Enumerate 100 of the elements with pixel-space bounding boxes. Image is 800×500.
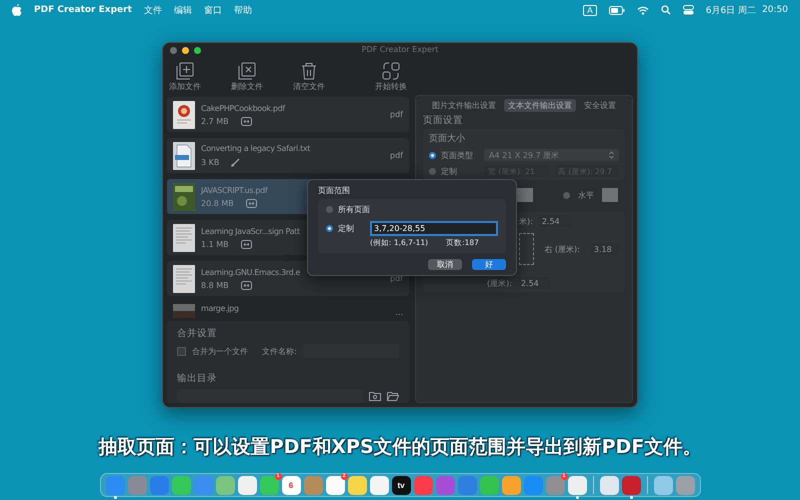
- menubar-time[interactable]: 20:50: [762, 5, 788, 15]
- page-range-icon[interactable]: [240, 240, 252, 248]
- portrait-swatch[interactable]: [517, 188, 533, 202]
- field-label: 米):: [519, 216, 533, 226]
- file-size: 1.1 MB: [201, 240, 229, 248]
- radio-label: 页面类型: [441, 150, 474, 160]
- app-icon[interactable]: [370, 476, 388, 494]
- file-name: CakePHPCookbook.pdf: [201, 104, 285, 112]
- app-icon[interactable]: [436, 476, 454, 494]
- app-icon[interactable]: [600, 476, 618, 494]
- book-cover-thumbnail: [173, 100, 195, 128]
- document-thumbnail: [173, 264, 195, 292]
- folder-search-icon[interactable]: [369, 391, 381, 401]
- updown-chevron-icon: [609, 151, 614, 159]
- radio-button[interactable]: [326, 225, 333, 232]
- toolbar-button[interactable]: 开始转换: [369, 62, 413, 92]
- app-icon[interactable]: [676, 476, 694, 494]
- app-icon[interactable]: [524, 476, 542, 494]
- pencil-icon[interactable]: [231, 157, 242, 167]
- tab[interactable]: 安全设置: [580, 99, 620, 112]
- app-icon[interactable]: [414, 476, 432, 494]
- file-name: Learning.GNU.Emacs.3rd.e: [201, 268, 300, 276]
- page-range-icon[interactable]: [240, 116, 252, 126]
- window-title: PDF Creator Expert: [362, 45, 438, 54]
- tab[interactable]: 文本文件输出设置: [504, 99, 576, 112]
- right-margin-field[interactable]: 3.18: [590, 243, 619, 255]
- file-size: 2.7 MB: [201, 116, 229, 126]
- photo-placeholder: [173, 304, 195, 318]
- app-icon[interactable]: [150, 476, 168, 494]
- radio-button[interactable]: [326, 206, 333, 213]
- page-range-field[interactable]: 3,7,20-28,55: [370, 221, 498, 236]
- file-name: Learning JavaScr...sign Patt: [201, 226, 300, 236]
- file-name: marge.jpg: [201, 304, 239, 313]
- field-label: (厘米):: [487, 278, 512, 288]
- input-source-indicator[interactable]: A: [583, 4, 597, 16]
- file-row[interactable]: marge.jpg ...: [167, 302, 409, 316]
- radio-label: 水平: [578, 190, 594, 200]
- toolbar-button[interactable]: 添加文件: [163, 62, 207, 92]
- menu-item[interactable]: 编辑: [174, 4, 192, 16]
- wifi-icon[interactable]: [636, 6, 649, 14]
- menubar-date[interactable]: 6月6日 周二: [706, 4, 756, 16]
- radio-label: 定制: [441, 166, 458, 176]
- folder-icon[interactable]: [387, 391, 399, 401]
- app-icon[interactable]: [502, 476, 520, 494]
- app-icon[interactable]: [654, 476, 672, 494]
- minimize-button[interactable]: [182, 46, 189, 54]
- control-center-icon[interactable]: [682, 5, 694, 15]
- file-type: ...: [395, 308, 403, 317]
- app-icon[interactable]: 6: [282, 476, 300, 494]
- toolbar-button[interactable]: 清空文件: [287, 62, 331, 92]
- landscape-swatch[interactable]: [602, 188, 618, 202]
- page-type-dropdown[interactable]: A4 21 X 29.7 厘米: [484, 149, 619, 161]
- menu-item[interactable]: 帮助: [234, 4, 252, 16]
- app-icon[interactable]: [238, 476, 256, 494]
- app-icon[interactable]: [480, 476, 498, 494]
- app-menu[interactable]: PDF Creator Expert: [34, 5, 132, 15]
- battery-icon[interactable]: [608, 6, 625, 14]
- top-margin-field[interactable]: 2.54: [538, 215, 572, 227]
- section-title: 页面设置: [423, 114, 464, 127]
- zoom-button[interactable]: [194, 46, 201, 54]
- page-preview-outline: [519, 233, 534, 265]
- app-icon[interactable]: [348, 476, 366, 494]
- radio-button[interactable]: [563, 192, 570, 198]
- bottom-margin-field[interactable]: 2.54: [516, 277, 551, 289]
- radio-button[interactable]: [429, 152, 436, 158]
- menu-item[interactable]: 文件: [144, 4, 162, 16]
- app-icon[interactable]: [128, 476, 146, 494]
- file-type: pdf: [390, 110, 403, 119]
- tab[interactable]: 图片文件输出设置: [428, 99, 500, 112]
- page-range-icon[interactable]: [240, 280, 252, 290]
- document-thumbnail: [173, 224, 195, 252]
- convert-icon: [381, 62, 401, 80]
- close-button[interactable]: [170, 46, 177, 54]
- apple-icon[interactable]: [12, 4, 22, 16]
- app-icon[interactable]: [216, 476, 234, 494]
- file-size: 8.8 MB: [201, 280, 229, 290]
- file-size: 3 KB: [201, 158, 220, 166]
- app-icon[interactable]: [172, 476, 190, 494]
- app-icon[interactable]: tv: [392, 476, 410, 494]
- add-file-icon: [176, 62, 194, 80]
- radio-button[interactable]: [429, 168, 436, 174]
- section-title: 输出目录: [177, 372, 218, 385]
- page-range-icon[interactable]: [246, 198, 257, 208]
- radio-label: 所有页面: [338, 204, 370, 215]
- file-row[interactable]: Converting a legacy Safari.txt 3 KB pdf: [167, 138, 409, 173]
- field-label: 右 (厘米):: [544, 244, 580, 254]
- group-title: 页面大小: [429, 132, 466, 145]
- ok-button[interactable]: 好: [472, 259, 506, 270]
- file-row[interactable]: CakePHPCookbook.pdf 2.7 MB pdf: [167, 97, 409, 132]
- field-label: 文件名称:: [262, 346, 297, 356]
- file-size: 20.8 MB: [201, 198, 234, 208]
- menu-item[interactable]: 窗口: [204, 4, 222, 16]
- search-icon[interactable]: [660, 5, 671, 15]
- trash-icon: [301, 62, 317, 80]
- radio-label: 定制: [338, 223, 354, 234]
- delete-file-icon: [238, 62, 256, 80]
- toolbar-button[interactable]: 删除文件: [225, 62, 269, 92]
- checkbox[interactable]: [177, 346, 186, 356]
- cancel-button[interactable]: 取消: [428, 259, 462, 270]
- app-icon[interactable]: [458, 476, 476, 494]
